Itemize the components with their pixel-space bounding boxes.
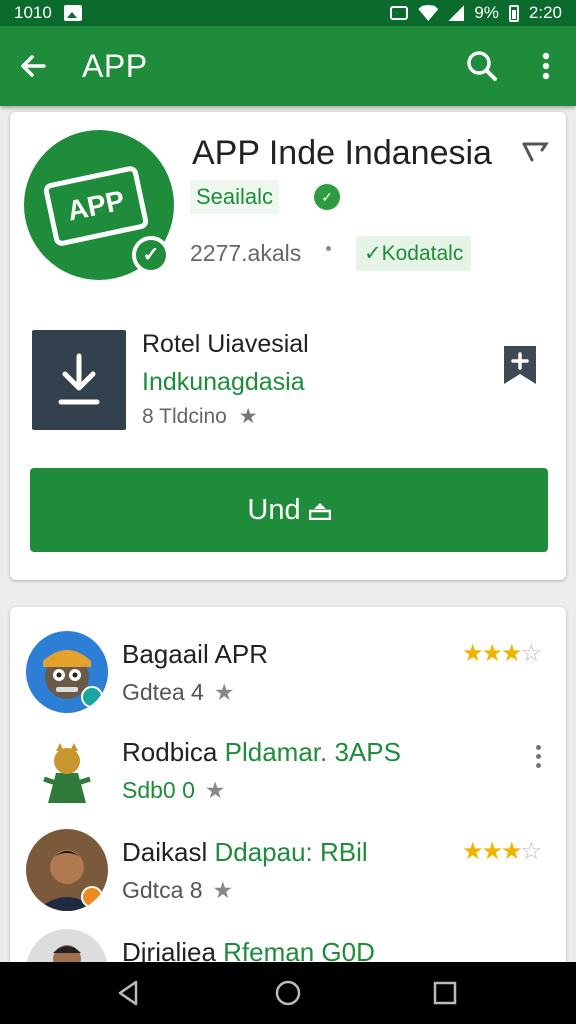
status-bar: 1010 9% 2:20 — [0, 0, 576, 26]
list-item-subtitle: Gdtca 8 ★ — [122, 877, 233, 904]
avatar — [26, 631, 108, 713]
list-item-title-text: Rodbica — [122, 737, 218, 767]
separator-dot — [326, 246, 331, 251]
star-icon: ★ — [213, 679, 235, 705]
verified-check-icon: ✓ — [132, 236, 170, 274]
list-item-title-highlight: Ddapau: RBil — [214, 837, 368, 867]
share-icon[interactable] — [520, 138, 550, 166]
promo-meta-prefix: 8 — [142, 405, 154, 428]
list-item-subtitle-text: Gdtca 8 — [122, 877, 203, 903]
nav-recents-icon[interactable] — [430, 978, 460, 1008]
app-icon: APP ✓ — [24, 130, 174, 280]
nav-back-icon[interactable] — [114, 978, 144, 1008]
back-arrow-icon[interactable] — [14, 46, 54, 86]
promo-subtitle: Indkunagdasia — [142, 368, 305, 396]
star-rating: ★★★☆ — [462, 838, 542, 865]
list-item-title: Daikasl Ddapau: RBil — [122, 837, 368, 868]
install-button[interactable]: Und — [30, 468, 548, 552]
category-tag-label: Kodatalc — [381, 242, 464, 265]
install-button-label: Und — [247, 494, 301, 526]
more-vert-icon[interactable] — [526, 46, 566, 86]
page-title: APP — [82, 48, 148, 84]
navigation-bar — [0, 962, 576, 1024]
developer-link[interactable]: Seailalc — [190, 180, 280, 214]
list-item-subtitle-text: Sdb0 0 — [122, 777, 195, 803]
status-text: 1010 — [14, 3, 52, 22]
promo-meta: 8 Tldcino ★ — [142, 404, 258, 429]
review-count: 2277.akals — [190, 240, 302, 266]
app-title: APP Inde Indanesia — [192, 134, 492, 172]
list-item-title: Bagaail APR — [122, 639, 268, 670]
tag-check-icon: ✓ — [364, 242, 382, 265]
promo-thumbnail[interactable] — [32, 330, 126, 430]
app-details-card: APP ✓ APP Inde Indanesia Seailalc ✓ 2277… — [10, 112, 566, 580]
battery-percent: 9% — [474, 3, 499, 22]
download-icon — [58, 353, 100, 405]
list-item[interactable]: Daikasl Ddapau: RBil Gdtca 8 ★ ★★★☆ — [10, 829, 566, 925]
star-rating: ★★★☆ — [462, 640, 542, 667]
signal-icon — [448, 5, 465, 21]
search-icon[interactable] — [462, 46, 502, 86]
app-icon-label: APP — [42, 164, 150, 248]
nav-home-icon[interactable] — [273, 978, 303, 1008]
list-item[interactable]: Rodbica Pldamar. 3APS Sdb0 0 ★ — [10, 729, 566, 825]
wifi-icon — [418, 5, 439, 21]
promo-meta-text: Tldcino — [159, 405, 227, 428]
list-item-subtitle-text: Gdtea 4 — [122, 679, 204, 705]
list-item-title-text: Daikasl — [122, 837, 208, 867]
install-icon — [308, 503, 331, 521]
list-item-title: Rodbica Pldamar. 3APS — [122, 737, 401, 768]
list-item-subtitle: Gdtea 4 ★ — [122, 679, 234, 706]
list-item-subtitle: Sdb0 0 ★ — [122, 777, 226, 804]
add-to-wishlist-icon[interactable] — [498, 342, 542, 388]
related-apps-card: Bagaail APR Gdtea 4 ★ ★★★☆ Rodbica Pldama… — [10, 607, 566, 967]
clock: 2:20 — [528, 3, 562, 22]
vibrate-icon — [390, 6, 409, 20]
list-item-title-highlight: Pldamar. 3APS — [224, 737, 401, 767]
avatar — [26, 729, 108, 811]
app-bar: APP — [0, 26, 576, 106]
avatar — [26, 829, 108, 911]
star-icon: ★ — [204, 777, 226, 803]
star-icon: ★ — [212, 877, 234, 903]
battery-icon — [508, 4, 519, 22]
category-tag[interactable]: ✓Kodatalc — [356, 236, 472, 271]
overflow-menu-icon[interactable] — [526, 741, 550, 781]
image-notification-icon — [63, 5, 82, 21]
star-icon: ★ — [238, 405, 258, 428]
developer-badge-icon: ✓ — [314, 184, 340, 210]
list-item[interactable]: Bagaail APR Gdtea 4 ★ ★★★☆ — [10, 631, 566, 727]
list-item-title-text: Bagaail APR — [122, 639, 268, 669]
promo-title[interactable]: Rotel Uiavesial — [142, 330, 309, 359]
